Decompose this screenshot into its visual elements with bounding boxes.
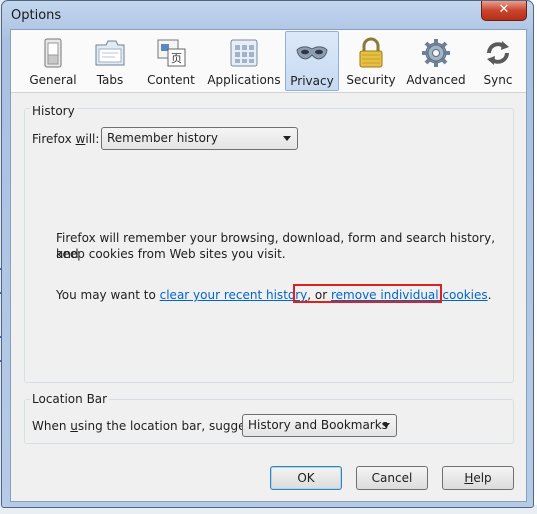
highlight-box — [293, 284, 442, 303]
location-suggest-label: When using the location bar, suggest: — [32, 419, 261, 433]
category-toolbar: General Tabs 页 Content Applications Priv… — [11, 30, 526, 93]
tab-sync[interactable]: Sync — [473, 31, 523, 91]
tab-sync-label: Sync — [483, 73, 513, 87]
close-button[interactable]: ✕ — [481, 1, 527, 21]
tab-security[interactable]: Security — [343, 31, 399, 91]
cancel-button[interactable]: Cancel — [356, 466, 428, 490]
switch-icon — [44, 38, 62, 68]
firefox-will-label: Firefox will: — [32, 132, 100, 146]
gear-icon — [422, 39, 450, 67]
history-mode-dropdown[interactable]: Remember history — [101, 127, 298, 150]
tab-content-label: Content — [147, 73, 195, 87]
history-group-label: History — [30, 104, 77, 118]
tab-tabs[interactable]: Tabs — [87, 31, 133, 91]
help-button[interactable]: Help — [442, 466, 514, 490]
tab-general[interactable]: General — [21, 31, 85, 91]
tabs-icon — [95, 40, 125, 66]
applications-icon — [230, 39, 258, 67]
tab-applications-label: Applications — [207, 73, 281, 87]
tab-security-label: Security — [346, 73, 396, 87]
tab-advanced-label: Advanced — [406, 73, 466, 87]
chevron-down-icon — [283, 136, 291, 141]
history-description-line2: keep cookies from Web sites you visit. — [56, 247, 286, 261]
history-mode-value: Remember history — [107, 131, 218, 145]
tab-applications[interactable]: Applications — [207, 31, 281, 91]
window-title: Options — [11, 8, 62, 23]
tab-privacy-label: Privacy — [290, 74, 334, 88]
ok-button[interactable]: OK — [270, 466, 342, 490]
padlock-icon — [359, 37, 383, 68]
tab-privacy[interactable]: Privacy — [285, 31, 339, 91]
dialog-client-area: General Tabs 页 Content Applications Priv… — [10, 29, 527, 502]
clear-recent-history-link[interactable]: clear your recent history — [160, 288, 308, 302]
chevron-down-icon — [382, 423, 390, 428]
location-suggest-value: History and Bookmarks — [248, 418, 388, 432]
content-icon: 页 — [157, 39, 186, 67]
location-bar-group-label: Location Bar — [30, 392, 110, 406]
options-dialog: Options ✕ General Tabs 页 Content Applica… — [1, 0, 534, 508]
privacy-mask-icon — [296, 46, 328, 60]
svg-text:页: 页 — [171, 52, 182, 65]
sync-icon — [487, 41, 509, 65]
tab-content[interactable]: 页 Content — [139, 31, 203, 91]
tab-advanced[interactable]: Advanced — [405, 31, 467, 91]
tab-tabs-label: Tabs — [96, 73, 124, 87]
location-suggest-dropdown[interactable]: History and Bookmarks — [242, 414, 397, 437]
tab-general-label: General — [29, 73, 77, 87]
close-icon: ✕ — [498, 2, 510, 17]
